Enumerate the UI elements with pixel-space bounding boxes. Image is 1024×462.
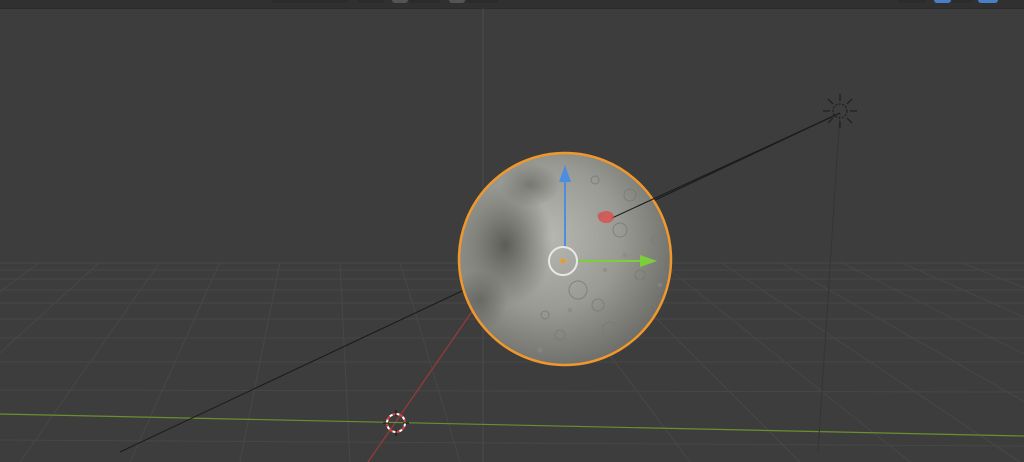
scene-canvas[interactable] bbox=[0, 0, 1024, 462]
light-ground-line bbox=[817, 112, 841, 453]
light-direction-line-front bbox=[611, 112, 841, 219]
sun-light-icon[interactable] bbox=[823, 94, 857, 128]
object-origin-dot bbox=[560, 258, 566, 264]
y-axis-line bbox=[0, 413, 1024, 437]
x-axis-line bbox=[367, 299, 481, 462]
gizmo-x-arrow-icon[interactable] bbox=[598, 211, 614, 223]
3d-viewport[interactable] bbox=[0, 0, 1024, 462]
